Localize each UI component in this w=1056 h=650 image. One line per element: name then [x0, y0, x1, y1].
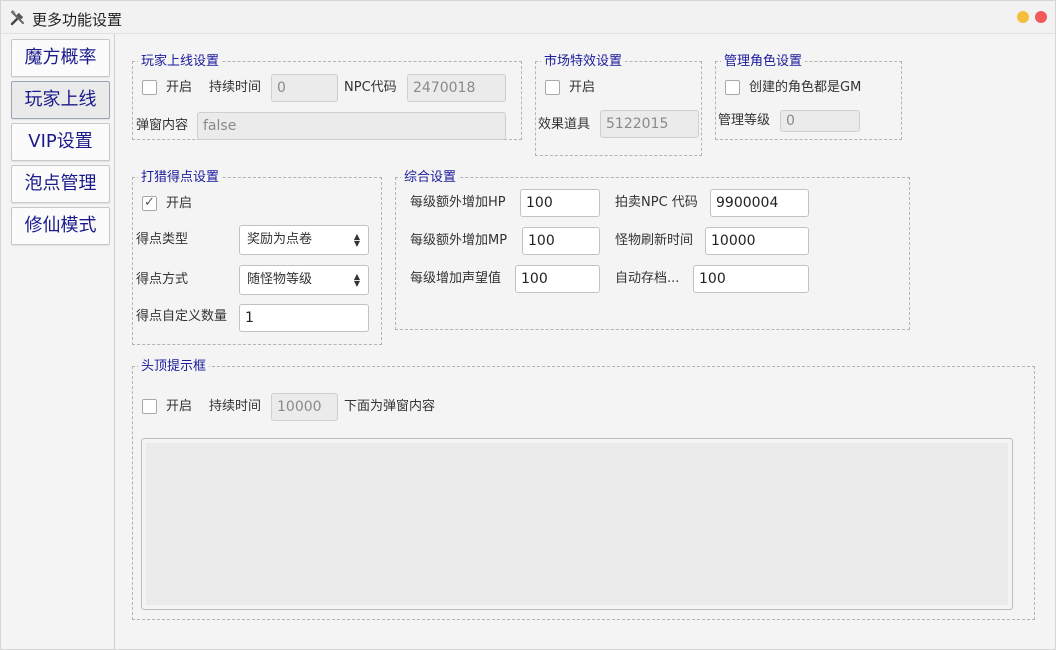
- admin-level-label: 管理等级: [718, 113, 771, 128]
- general-autosave-label: 自动存档...: [615, 271, 680, 286]
- player-online-enable-label: 开启: [166, 80, 193, 95]
- window-title: 更多功能设置: [32, 11, 123, 29]
- select-arrows-icon: ▲ ▼: [353, 272, 361, 288]
- hunting-enable-label: 开启: [166, 196, 193, 211]
- player-online-enable-checkbox[interactable]: [142, 80, 157, 95]
- general-refresh-label: 怪物刷新时间: [615, 233, 694, 248]
- general-mp-field[interactable]: 100: [522, 227, 600, 255]
- general-mp-label: 每级额外增加MP: [410, 233, 508, 248]
- general-hp-field[interactable]: 100: [520, 189, 600, 217]
- market-enable-checkbox[interactable]: [545, 80, 560, 95]
- head-tip-duration-label: 持续时间: [209, 399, 262, 414]
- sidebar-item-vip-settings[interactable]: VIP设置: [11, 123, 110, 161]
- player-online-duration-label: 持续时间: [209, 80, 262, 95]
- player-online-legend: 玩家上线设置: [138, 53, 223, 70]
- head-tip-legend: 头顶提示框: [138, 358, 210, 375]
- general-settings-legend: 综合设置: [401, 169, 460, 186]
- general-hp-label: 每级额外增加HP: [410, 195, 506, 210]
- head-tip-duration-field[interactable]: 10000: [271, 393, 338, 421]
- general-autosave-field[interactable]: 100: [693, 265, 809, 293]
- general-auction-npc-field[interactable]: 9900004: [710, 189, 809, 217]
- sidebar-item-afk-points[interactable]: 泡点管理: [11, 165, 110, 203]
- sidebar-item-player-online[interactable]: 玩家上线: [11, 81, 110, 119]
- head-tip-enable-label: 开启: [166, 399, 193, 414]
- admin-role-legend: 管理角色设置: [721, 53, 806, 70]
- close-button[interactable]: [1035, 11, 1047, 23]
- player-online-duration-field[interactable]: 0: [271, 74, 338, 102]
- general-fame-label: 每级增加声望值: [410, 271, 502, 286]
- hunting-custom-label: 得点自定义数量: [136, 309, 228, 324]
- general-refresh-field[interactable]: 10000: [705, 227, 809, 255]
- market-item-field[interactable]: 5122015: [600, 110, 699, 138]
- player-online-popup-field[interactable]: false: [197, 112, 506, 140]
- minimize-button[interactable]: [1017, 11, 1029, 23]
- hunting-enable-checkbox[interactable]: [142, 195, 157, 211]
- market-item-label: 效果道具: [538, 117, 591, 132]
- admin-level-field[interactable]: 0: [780, 110, 860, 132]
- general-fame-field[interactable]: 100: [515, 265, 600, 293]
- hunting-points-legend: 打猎得点设置: [138, 169, 223, 186]
- settings-window: 更多功能设置 魔方概率 玩家上线 VIP设置 泡点管理 修仙模式 玩家上线设置 …: [0, 0, 1056, 650]
- admin-gm-checkbox[interactable]: [725, 80, 740, 95]
- hunting-method-value: 随怪物等级: [247, 272, 313, 287]
- hunting-method-select[interactable]: 随怪物等级 ▲ ▼: [239, 265, 369, 295]
- title-bar: 更多功能设置: [1, 1, 1055, 34]
- sidebar-item-cultivation-mode[interactable]: 修仙模式: [11, 207, 110, 245]
- head-tip-below-label: 下面为弹窗内容: [344, 399, 436, 414]
- market-effect-group: 市场特效设置: [535, 53, 702, 156]
- general-auction-npc-label: 拍卖NPC 代码: [615, 195, 698, 210]
- tools-icon: [10, 10, 24, 26]
- hunting-method-label: 得点方式: [136, 272, 189, 287]
- head-tip-content-textarea[interactable]: [141, 438, 1013, 610]
- player-online-popup-label: 弹窗内容: [136, 118, 189, 133]
- head-tip-enable-checkbox[interactable]: [142, 399, 157, 414]
- hunting-type-select[interactable]: 奖励为点卷 ▲ ▼: [239, 225, 369, 255]
- hunting-type-label: 得点类型: [136, 232, 189, 247]
- player-online-npc-label: NPC代码: [344, 80, 397, 95]
- hunting-type-value: 奖励为点卷: [247, 232, 313, 247]
- market-enable-label: 开启: [569, 80, 596, 95]
- hunting-custom-field[interactable]: 1: [239, 304, 369, 332]
- select-arrows-icon: ▲ ▼: [353, 232, 361, 248]
- player-online-npc-field[interactable]: 2470018: [407, 74, 506, 102]
- sidebar-item-cube-probability[interactable]: 魔方概率: [11, 39, 110, 77]
- market-effect-legend: 市场特效设置: [541, 53, 626, 70]
- admin-gm-label: 创建的角色都是GM: [749, 80, 862, 95]
- sidebar: 魔方概率 玩家上线 VIP设置 泡点管理 修仙模式: [1, 34, 115, 649]
